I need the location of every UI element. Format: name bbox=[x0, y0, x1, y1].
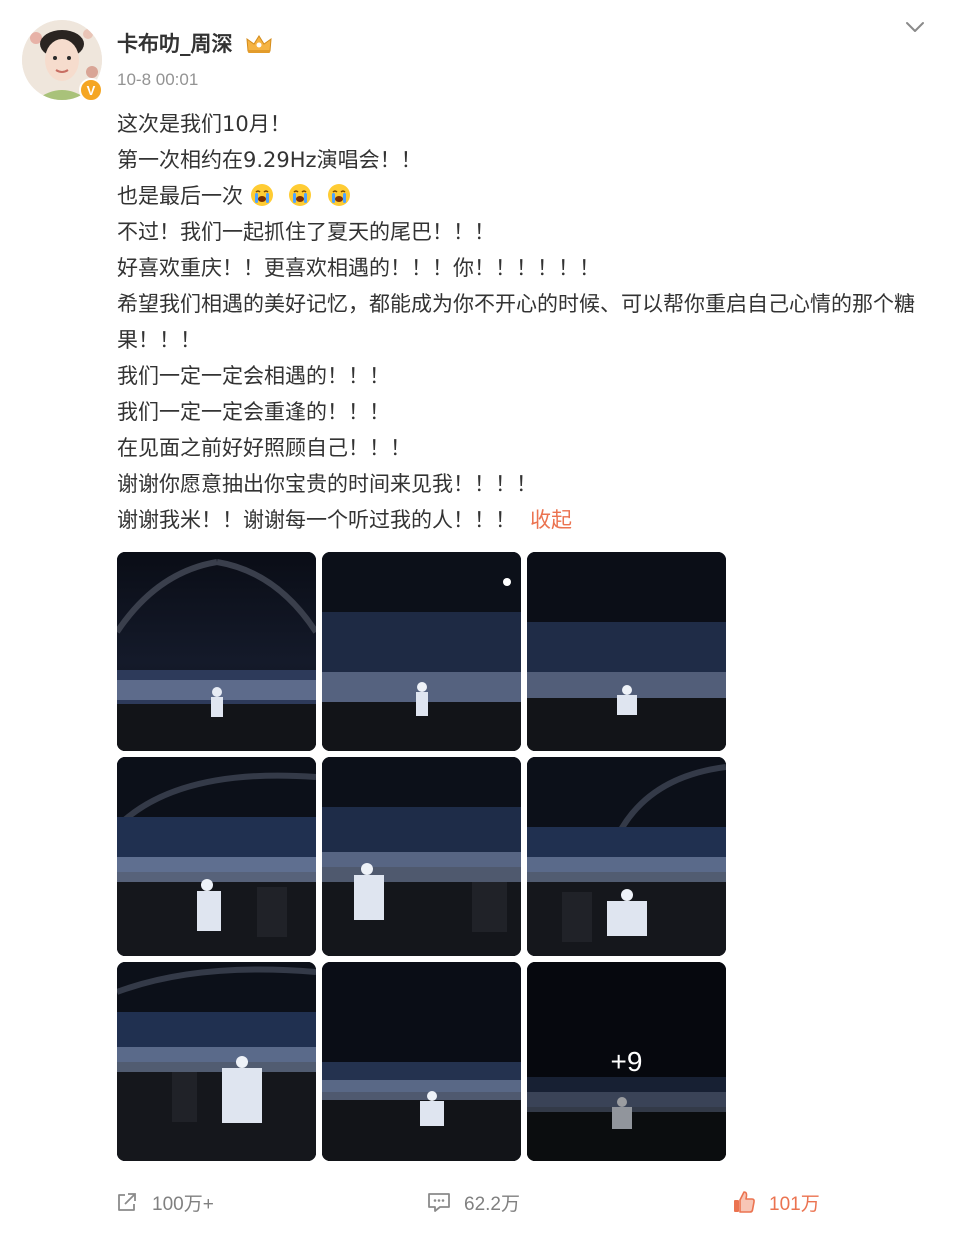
comment-button[interactable]: 62.2万 bbox=[426, 1180, 520, 1224]
photo-thumbnail[interactable] bbox=[117, 962, 316, 1161]
post-line: 希望我们相遇的美好记忆，都能成为你不开心的时候、可以帮你重启自己心情的那个糖果！… bbox=[117, 292, 915, 352]
concert-photo bbox=[322, 962, 521, 1161]
collapse-link[interactable]: 收起 bbox=[530, 508, 572, 532]
post-line-with-emoji: 也是最后一次 bbox=[117, 178, 937, 214]
photo-thumbnail[interactable] bbox=[322, 962, 521, 1161]
post-timestamp[interactable]: 10-8 00:01 bbox=[117, 69, 198, 91]
concert-photo bbox=[322, 757, 521, 956]
post-line: 在见面之前好好照顾自己！！！ bbox=[117, 436, 411, 460]
photo-thumbnail[interactable] bbox=[322, 552, 521, 751]
post-line: 第一次相约在9.29Hz演唱会！！ bbox=[117, 148, 422, 172]
share-icon bbox=[118, 1193, 136, 1211]
concert-photo bbox=[322, 552, 521, 751]
chevron-down-icon[interactable] bbox=[903, 18, 927, 36]
post-text: 这次是我们10月！ 第一次相约在9.29Hz演唱会！！ 也是最后一次 不过！我们… bbox=[117, 106, 937, 538]
post-line-text: 也是最后一次 bbox=[117, 184, 243, 208]
verified-badge: V bbox=[79, 78, 103, 102]
crying-face-icon bbox=[250, 184, 273, 206]
post-line: 谢谢你愿意抽出你宝贵的时间来见我！！！！ bbox=[117, 472, 537, 496]
crown-icon[interactable] bbox=[245, 33, 273, 55]
photo-thumbnail[interactable] bbox=[527, 552, 726, 751]
photo-thumbnail[interactable] bbox=[527, 757, 726, 956]
post-line: 不过！我们一起抓住了夏天的尾巴！！！ bbox=[117, 220, 495, 244]
more-photos-count: +9 bbox=[527, 962, 726, 1161]
thumbs-up-icon bbox=[734, 1191, 755, 1213]
share-count: 100万+ bbox=[152, 1193, 214, 1215]
concert-photo bbox=[117, 552, 316, 751]
crying-face-icon bbox=[328, 184, 351, 206]
comment-icon bbox=[428, 1193, 450, 1212]
crying-face-icon bbox=[289, 184, 312, 206]
post-line: 我们一定一定会相遇的！！！ bbox=[117, 364, 390, 388]
more-photos-thumbnail[interactable]: +9 bbox=[527, 962, 726, 1161]
post-line-text: 谢谢我米！！谢谢每一个听过我的人！！！ bbox=[117, 508, 516, 532]
like-count: 101万 bbox=[769, 1193, 820, 1215]
weibo-post-card: V 卡布叻_周深 10-8 00:01 这次是我们10月！ 第一次相约在9.29… bbox=[0, 0, 957, 1234]
username[interactable]: 卡布叻_周深 bbox=[117, 30, 233, 58]
photo-thumbnail[interactable] bbox=[117, 757, 316, 956]
action-bar: 100万+ 62.2万 101万 bbox=[0, 1180, 957, 1224]
share-button[interactable]: 100万+ bbox=[114, 1180, 214, 1224]
image-grid: +9 bbox=[117, 552, 727, 1162]
post-line: 我们一定一定会重逢的！！！ bbox=[117, 400, 390, 424]
comment-count: 62.2万 bbox=[464, 1193, 520, 1215]
like-button[interactable]: 101万 bbox=[731, 1180, 820, 1224]
post-line: 这次是我们10月！ bbox=[117, 112, 291, 136]
concert-photo bbox=[527, 552, 726, 751]
concert-photo bbox=[527, 757, 726, 956]
post-line-last: 谢谢我米！！谢谢每一个听过我的人！！！ 收起 bbox=[117, 502, 937, 538]
photo-thumbnail[interactable] bbox=[322, 757, 521, 956]
photo-thumbnail[interactable] bbox=[117, 552, 316, 751]
concert-photo bbox=[117, 757, 316, 956]
concert-photo bbox=[117, 962, 316, 1161]
post-line: 好喜欢重庆！！更喜欢相遇的！！！你！！！！！！ bbox=[117, 256, 600, 280]
